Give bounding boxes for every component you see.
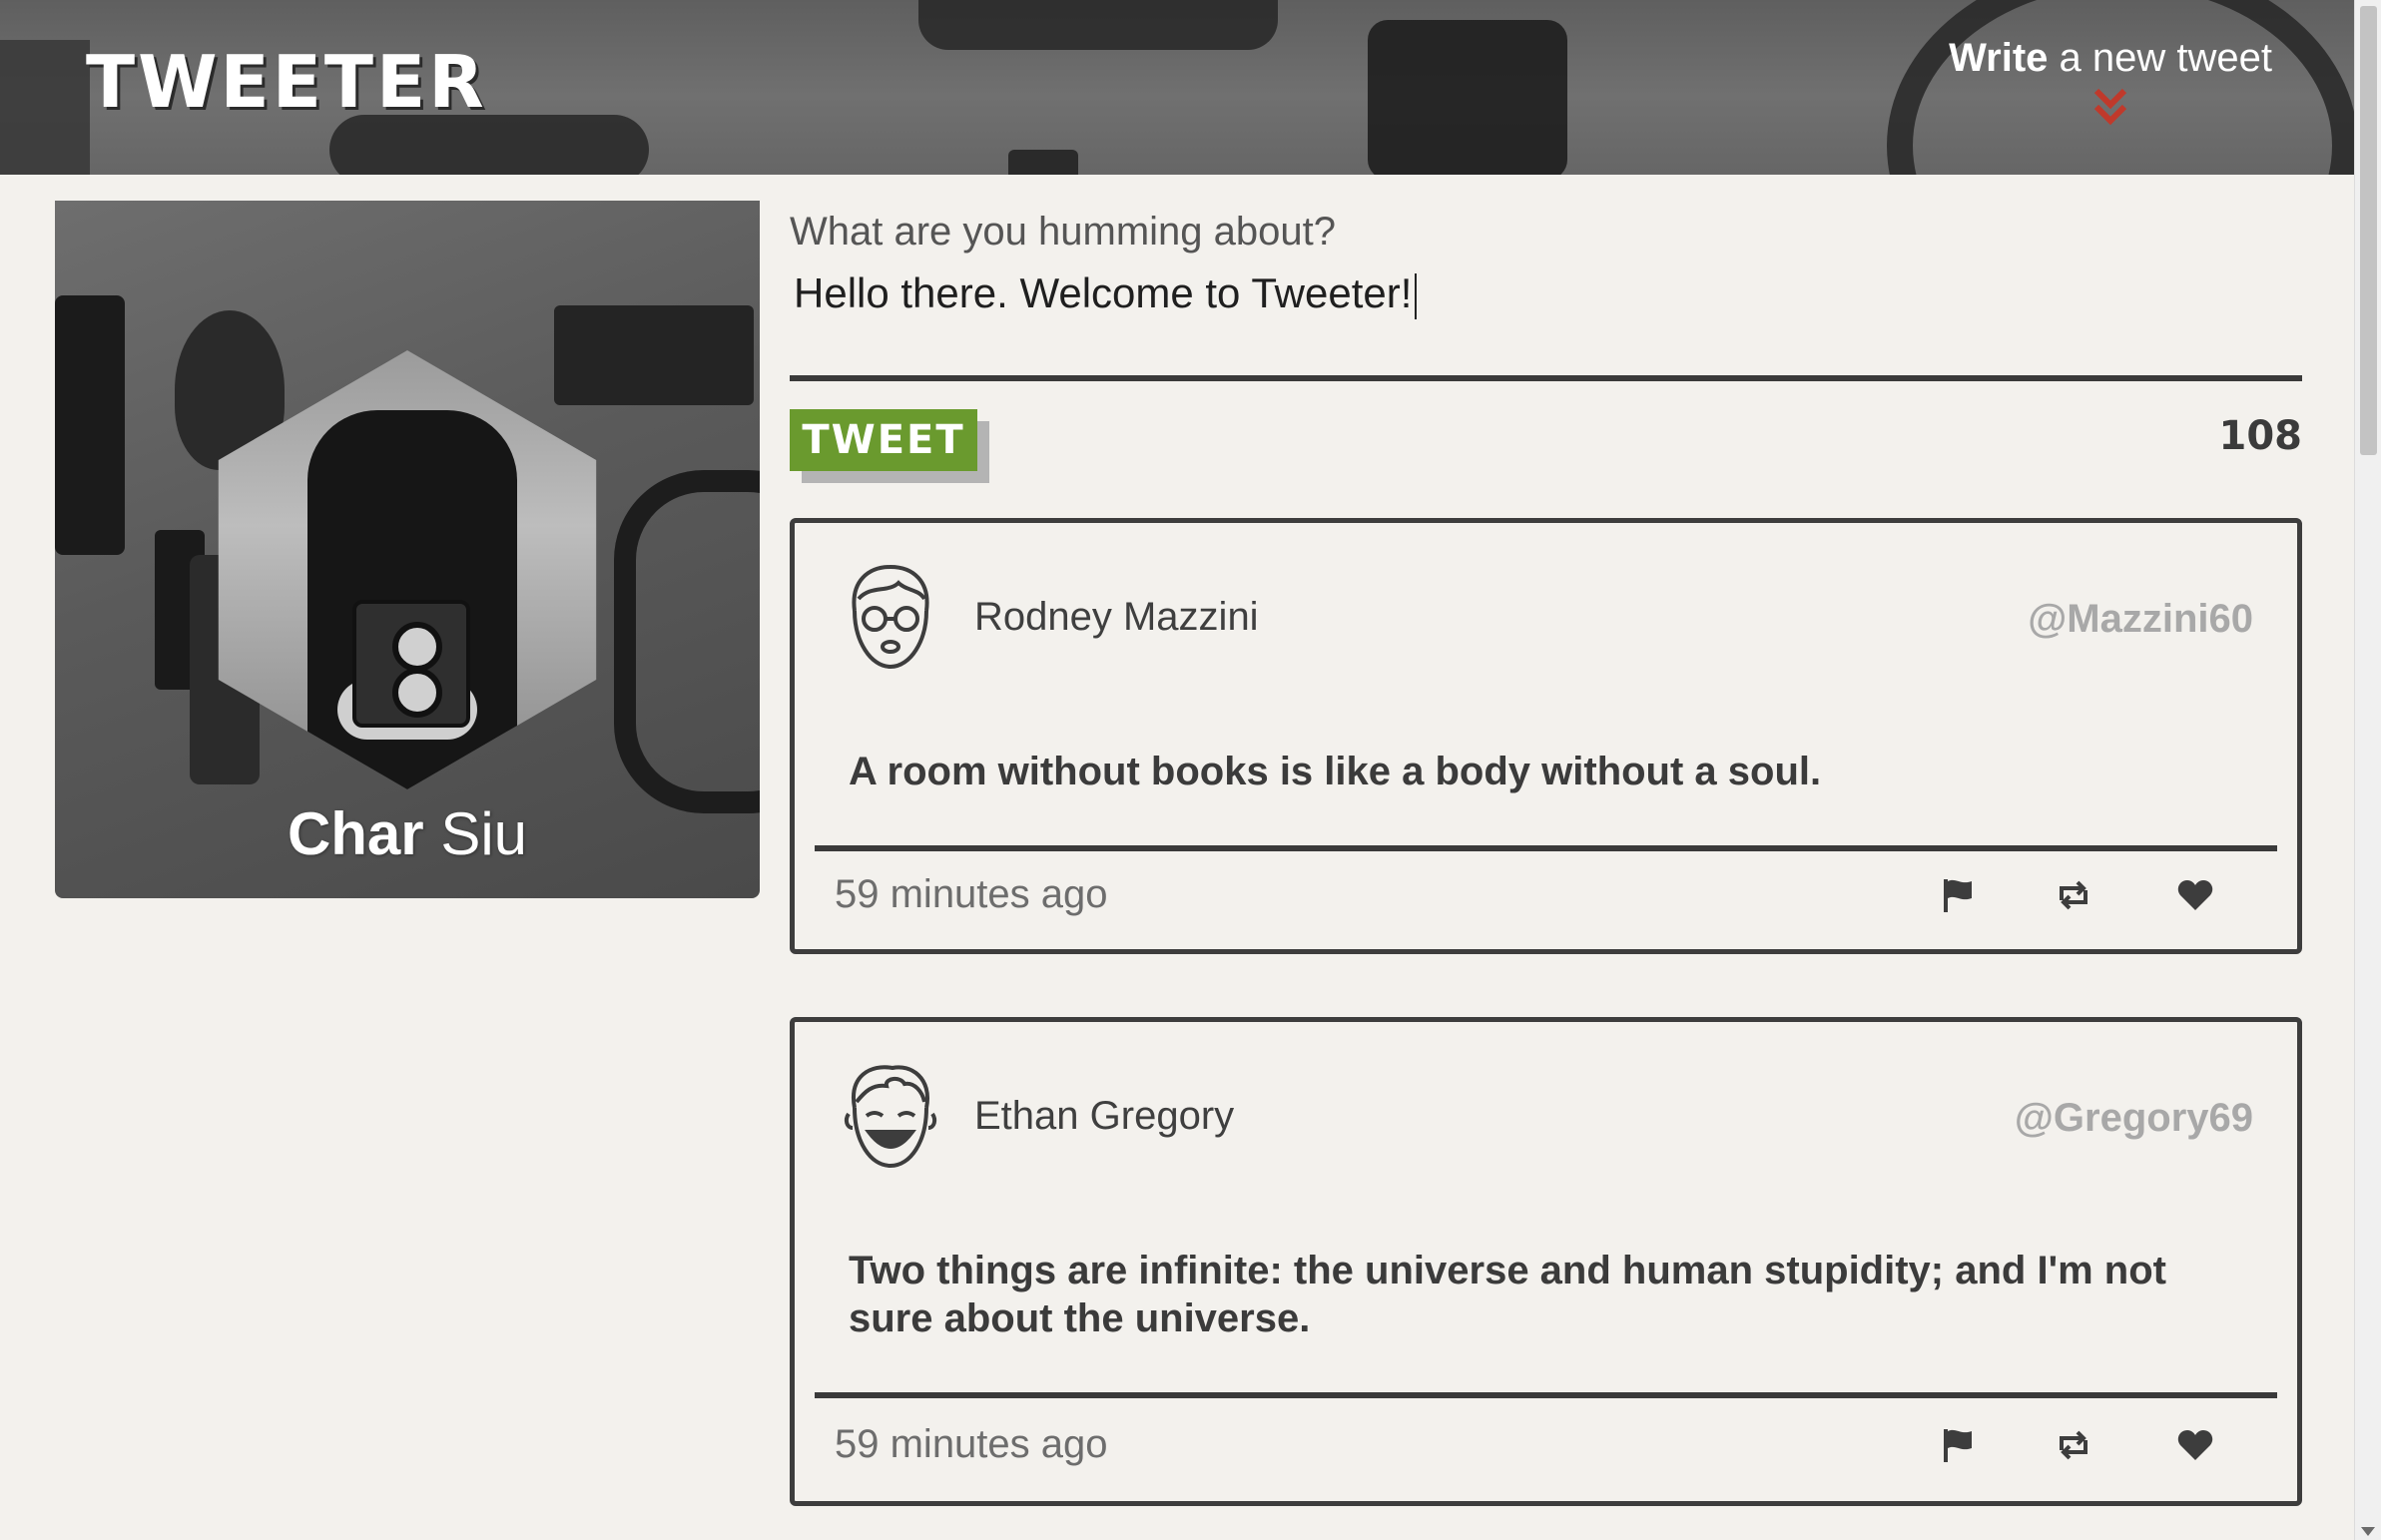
camera-lens — [392, 622, 442, 672]
tweet-author-name: Ethan Gregory — [974, 1094, 1235, 1138]
tweet-timestamp: 59 minutes ago — [835, 1422, 1108, 1466]
double-chevron-down-icon[interactable] — [2093, 87, 2127, 127]
tweet-content: Two things are infinite: the universe an… — [849, 1249, 2166, 1340]
app-logo[interactable]: TWEETER — [86, 40, 487, 124]
background-object — [55, 295, 125, 555]
tweet-timestamp: 59 minutes ago — [835, 872, 1108, 916]
laughing-face-icon — [844, 1065, 937, 1169]
top-banner: TWEETER Write a new tweet — [0, 0, 2354, 175]
write-tweet-toggle-bold: Write — [1949, 36, 2049, 80]
background-object — [614, 470, 760, 813]
compose-actions: TWEET 108 — [790, 409, 2302, 489]
character-counter: 108 — [2218, 413, 2303, 459]
compose-label: What are you humming about? — [790, 210, 1336, 254]
tweet-card: Rodney Mazzini @Mazzini60 A room without… — [790, 518, 2302, 954]
tweet-card: Ethan Gregory @Gregory69 Two things are … — [790, 1017, 2302, 1506]
flag-icon[interactable] — [1939, 1426, 1977, 1464]
tweet-footer: 59 minutes ago — [795, 864, 2297, 934]
flag-icon[interactable] — [1939, 876, 1977, 914]
heart-icon[interactable] — [2176, 1426, 2214, 1464]
camera-icon — [352, 600, 470, 728]
retweet-icon[interactable] — [2055, 876, 2092, 914]
tweet-textarea[interactable]: Hello there. Welcome to Tweeter! — [790, 263, 2302, 323]
camera-lens — [392, 668, 442, 718]
tweet-author-handle[interactable]: @Gregory69 — [2015, 1096, 2253, 1141]
profile-last-name: Siu — [423, 800, 528, 867]
profile-first-name: Char — [287, 800, 424, 867]
tweet-textarea-value: Hello there. Welcome to Tweeter! — [794, 269, 1413, 316]
tweet-divider — [815, 1392, 2277, 1398]
banner-decoration — [0, 40, 90, 175]
page-scrollbar[interactable] — [2354, 0, 2381, 1540]
profile-card: Char Siu — [55, 201, 760, 898]
write-tweet-toggle-text: a new tweet — [2048, 36, 2272, 80]
tweet-author-handle[interactable]: @Mazzini60 — [2028, 597, 2253, 642]
background-object — [554, 305, 754, 405]
compose-divider — [790, 375, 2302, 381]
retweet-icon[interactable] — [2055, 1426, 2092, 1464]
banner-decoration — [1368, 20, 1567, 175]
banner-decoration — [918, 0, 1278, 50]
tweet-author-name: Rodney Mazzini — [974, 595, 1259, 639]
tweet-footer: 59 minutes ago — [795, 1414, 2297, 1484]
scroll-down-arrow-icon[interactable] — [2361, 1527, 2375, 1536]
tweet-divider — [815, 845, 2277, 851]
text-caret — [1415, 272, 1418, 319]
write-tweet-toggle[interactable]: Write a new tweet — [1949, 36, 2272, 127]
tweet-button[interactable]: TWEET — [790, 409, 977, 471]
compose-section: What are you humming about? Hello there.… — [790, 200, 2302, 489]
banner-decoration — [329, 115, 649, 175]
banner-decoration — [1008, 150, 1078, 175]
heart-icon[interactable] — [2176, 876, 2214, 914]
profile-name: Char Siu — [55, 799, 760, 868]
scrollbar-thumb[interactable] — [2360, 6, 2377, 455]
glasses-face-icon — [852, 564, 929, 670]
tweet-content: A room without books is like a body with… — [849, 750, 1822, 793]
